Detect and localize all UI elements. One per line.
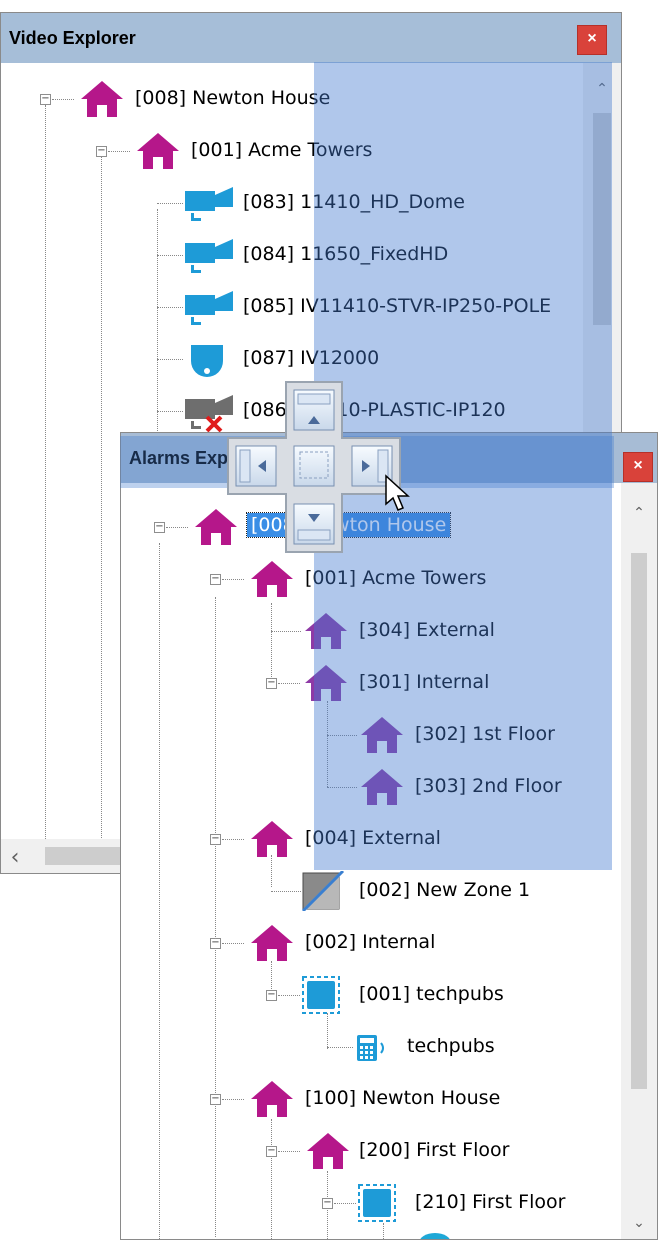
tree-node-keypad[interactable]: techpubs <box>327 1025 587 1069</box>
house-icon <box>251 821 293 857</box>
vertical-scrollbar[interactable]: ⌃ ⌄ <box>621 483 657 1239</box>
tree-node-zone[interactable]: [002] New Zone 1 <box>271 869 571 913</box>
tree-line <box>101 156 102 856</box>
collapse-toggle[interactable]: − <box>96 146 107 157</box>
tree-node-label: [100] Newton House <box>305 1087 501 1109</box>
collapse-toggle[interactable]: − <box>322 1198 333 1209</box>
scroll-left-icon[interactable]: ‹ <box>5 845 25 870</box>
tree-line <box>215 597 216 1237</box>
tree-node-site[interactable]: − [200] First Floor <box>263 1129 563 1173</box>
tree-node-label: [001] techpubs <box>359 983 504 1005</box>
dock-compass-icon[interactable] <box>224 380 404 558</box>
collapse-toggle[interactable]: − <box>266 1146 277 1157</box>
camera-icon <box>185 187 233 221</box>
house-icon <box>251 1081 293 1117</box>
dome-camera-icon <box>420 1233 450 1239</box>
house-icon <box>251 925 293 961</box>
house-icon <box>307 1133 349 1169</box>
tree-node-label: techpubs <box>407 1035 495 1057</box>
tree-node-label: [210] First Floor <box>415 1191 566 1213</box>
mouse-pointer-icon <box>385 474 410 511</box>
tree-node-area-group[interactable]: − [001] techpubs <box>263 973 563 1017</box>
collapse-toggle[interactable]: − <box>210 834 221 845</box>
tree-node-area-group[interactable]: − [210] First Floor <box>319 1181 579 1225</box>
area-icon <box>302 976 340 1014</box>
video-explorer-titlebar[interactable]: Video Explorer × <box>1 13 621 63</box>
keypad-icon <box>357 1035 384 1061</box>
area-icon <box>358 1184 396 1222</box>
tree-node-site[interactable]: − [002] Internal <box>207 921 507 965</box>
tree-node-root[interactable]: − [008] Newton House <box>37 77 337 121</box>
video-explorer-title: Video Explorer <box>9 28 136 48</box>
scroll-up-icon[interactable]: ⌃ <box>629 505 649 521</box>
video-explorer-close-button[interactable]: × <box>577 25 607 55</box>
tree-node-label: [200] First Floor <box>359 1139 510 1161</box>
scroll-down-icon[interactable]: ⌄ <box>629 1215 649 1231</box>
collapse-toggle[interactable]: − <box>154 522 165 533</box>
tree-node-label: [002] Internal <box>305 931 436 953</box>
camera-icon <box>185 239 233 273</box>
alarms-explorer-close-button[interactable]: × <box>623 452 653 482</box>
dome-camera-icon <box>191 345 223 377</box>
tree-line <box>383 1223 384 1239</box>
tree-line <box>45 105 46 845</box>
house-icon <box>137 133 179 169</box>
tree-node-label: [002] New Zone 1 <box>359 879 531 901</box>
collapse-toggle[interactable]: − <box>266 678 277 689</box>
tree-node-site[interactable]: − [100] Newton House <box>207 1077 527 1121</box>
collapse-toggle[interactable]: − <box>40 94 51 105</box>
collapse-toggle[interactable]: − <box>210 574 221 585</box>
collapse-toggle[interactable]: − <box>210 1094 221 1105</box>
tree-line <box>159 543 160 1239</box>
zone-icon <box>301 871 345 911</box>
collapse-toggle[interactable]: − <box>210 938 221 949</box>
tree-node-label: [008] Newton House <box>135 87 331 109</box>
camera-icon <box>185 291 233 325</box>
collapse-toggle[interactable]: − <box>266 990 277 1001</box>
house-icon <box>81 81 123 117</box>
scrollbar-thumb[interactable] <box>631 553 647 1089</box>
house-icon <box>251 561 293 597</box>
